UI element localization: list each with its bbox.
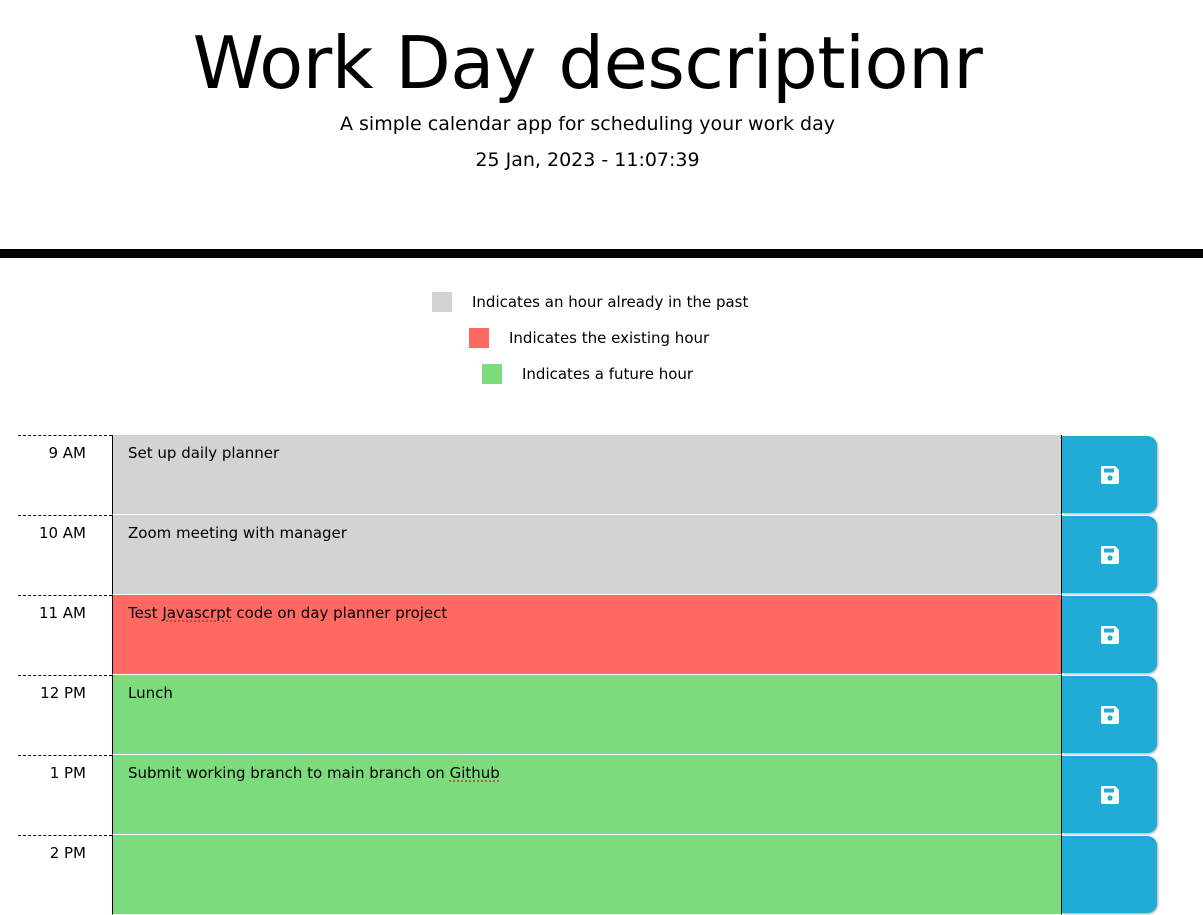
legend-item-future: Indicates a future hour — [482, 363, 693, 385]
hour-label: 2 PM — [18, 835, 112, 915]
floppy-disk-icon — [1100, 545, 1119, 564]
description-text: Zoom meeting with manager — [128, 524, 347, 542]
hour-label: 11 AM — [18, 595, 112, 675]
floppy-disk-icon — [1100, 705, 1119, 724]
description-input[interactable]: Test Javascrpt code on day planner proje… — [112, 595, 1062, 675]
page-title: Work Day descriptionr — [192, 21, 983, 105]
floppy-disk-icon — [1100, 625, 1119, 644]
hour-label: 1 PM — [18, 755, 112, 835]
timeblock-12pm: 12 PM Lunch — [18, 675, 1158, 755]
legend-label-past: Indicates an hour already in the past — [472, 293, 749, 311]
legend-swatch-present — [469, 328, 489, 348]
save-button[interactable] — [1062, 836, 1157, 913]
legend-item-present: Indicates the existing hour — [469, 327, 709, 349]
save-button[interactable] — [1062, 756, 1157, 833]
hour-label: 10 AM — [18, 515, 112, 595]
description-text: Submit working branch to main branch on … — [128, 764, 500, 782]
hour-label: 9 AM — [18, 435, 112, 515]
misspelled-word: Github — [449, 764, 500, 782]
description-input[interactable]: Set up daily planner — [112, 435, 1062, 515]
legend-swatch-past — [432, 292, 452, 312]
timeblock-11am: 11 AM Test Javascrpt code on day planner… — [18, 595, 1158, 675]
header-divider — [0, 249, 1203, 258]
description-input[interactable]: Zoom meeting with manager — [112, 515, 1062, 595]
hour-label: 12 PM — [18, 675, 112, 755]
save-button[interactable] — [1062, 596, 1157, 673]
description-text: Lunch — [128, 684, 173, 702]
timeblock-10am: 10 AM Zoom meeting with manager — [18, 515, 1158, 595]
floppy-disk-icon — [1100, 465, 1119, 484]
page-header: Work Day descriptionr A simple calendar … — [0, 0, 1203, 250]
timeblock-1pm: 1 PM Submit working branch to main branc… — [18, 755, 1158, 835]
legend-item-past: Indicates an hour already in the past — [432, 291, 748, 313]
misspelled-word: Javascrpt — [162, 604, 232, 622]
description-input[interactable]: Lunch — [112, 675, 1062, 755]
description-text: Test Javascrpt code on day planner proje… — [128, 604, 448, 622]
save-button[interactable] — [1062, 676, 1157, 753]
legend-label-future: Indicates a future hour — [522, 365, 694, 383]
timeblock-2pm: 2 PM — [18, 835, 1158, 915]
legend-swatch-future — [482, 364, 502, 384]
page-subtitle: A simple calendar app for scheduling you… — [339, 113, 836, 135]
current-datetime: 25 Jan, 2023 - 11:07:39 — [475, 149, 700, 171]
timeblock-9am: 9 AM Set up daily planner — [18, 435, 1158, 515]
description-input[interactable]: Submit working branch to main branch on … — [112, 755, 1062, 835]
legend-label-present: Indicates the existing hour — [509, 329, 710, 347]
floppy-disk-icon — [1100, 785, 1119, 804]
save-button[interactable] — [1062, 436, 1157, 513]
description-text: Set up daily planner — [128, 444, 280, 462]
save-button[interactable] — [1062, 516, 1157, 593]
description-input[interactable] — [112, 835, 1062, 915]
